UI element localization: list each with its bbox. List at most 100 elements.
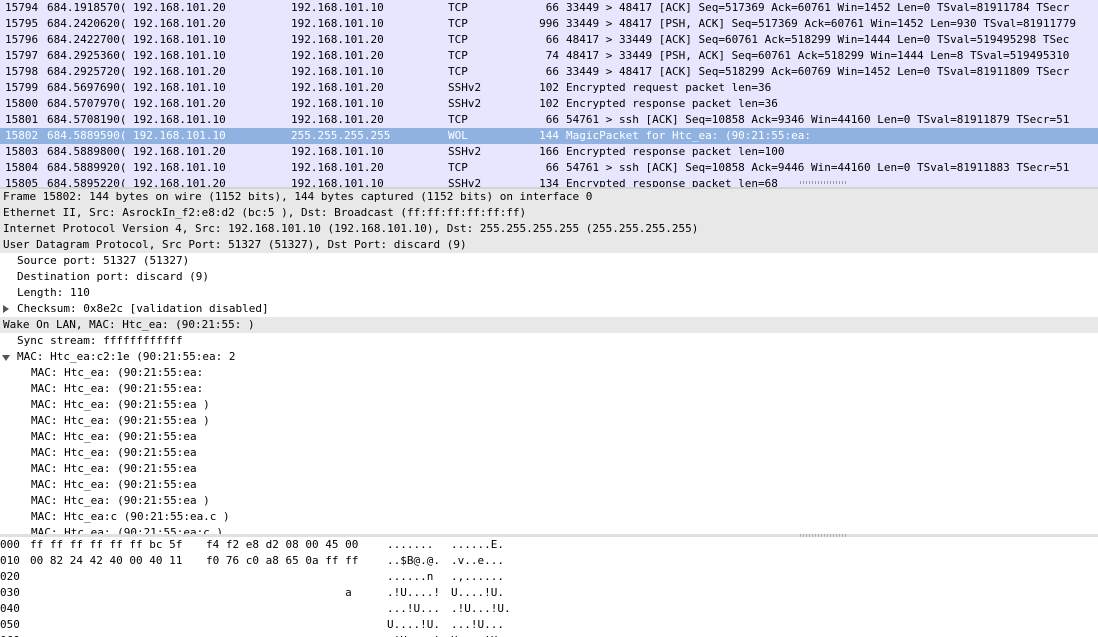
detail-text: MAC: Htc_ea: (90:21:55:ea	[31, 478, 197, 491]
detail-field[interactable]: MAC: Htc_ea: (90:21:55:ea	[0, 461, 1098, 477]
packet-proto-cell: TCP	[448, 49, 468, 62]
hex-offset: 040	[0, 602, 20, 615]
packet-len-cell: 74	[545, 49, 559, 62]
hex-row[interactable]: 050 U....!U. ...!U...	[0, 617, 1098, 633]
detail-field[interactable]: MAC: Htc_ea: (90:21:55:ea )	[0, 493, 1098, 509]
packet-row[interactable]: 15796 684.2422700(192.168.101.10 192.168.1…	[0, 32, 1098, 48]
hex-row[interactable]: 000 ff ff ff ff ff ff bc 5f f4 f2 e8 d2 08…	[0, 537, 1098, 553]
packet-len-cell: 134	[539, 177, 559, 187]
packet-time-cell: 684.5889800(	[47, 145, 127, 158]
detail-section-header[interactable]: User Datagram Protocol, Src Port: 51327 …	[0, 237, 1098, 253]
hex-row[interactable]: 040 ...!U... .!U...!U.	[0, 601, 1098, 617]
detail-field[interactable]: MAC: Htc_ea: (90:21:55:ea )	[0, 397, 1098, 413]
ascii-left: .......	[387, 538, 434, 551]
packet-len-cell: 66	[545, 33, 559, 46]
hex-offset: 030	[0, 586, 20, 599]
expand-triangle-icon[interactable]	[3, 305, 9, 313]
detail-field[interactable]: Sync stream: ffffffffffff	[0, 333, 1098, 349]
packet-row[interactable]: 15800 684.5707970(192.168.101.20 192.168.1…	[0, 96, 1098, 112]
packet-row[interactable]: 15801 684.5708190(192.168.101.10 192.168.1…	[0, 112, 1098, 128]
hex-row[interactable]: 030 a .!U....! U....!U.	[0, 585, 1098, 601]
packet-len-cell: 66	[545, 161, 559, 174]
detail-field[interactable]: Destination port: discard (9)	[0, 269, 1098, 285]
detail-field[interactable]: MAC: Htc_ea:c (90:21:55:ea.c )	[0, 509, 1098, 525]
packet-row[interactable]: 15805 684.5895220(192.168.101.20 192.168.1…	[0, 176, 1098, 187]
packet-info-cell: Encrypted request packet len=36	[566, 81, 772, 94]
detail-field[interactable]: MAC: Htc_ea: (90:21:55:ea	[0, 445, 1098, 461]
packet-src-cell: 192.168.101.20	[133, 177, 226, 187]
packet-src-cell: 192.168.101.20	[133, 17, 226, 30]
packet-info-cell: 48417 > 33449 [ACK] Seq=60761 Ack=518299…	[566, 33, 1070, 46]
detail-section-header[interactable]: Internet Protocol Version 4, Src: 192.16…	[0, 221, 1098, 237]
detail-field[interactable]: Source port: 51327 (51327)	[0, 253, 1098, 269]
packet-no-cell: 15805	[5, 177, 39, 187]
packet-list-resize-grip[interactable]	[800, 181, 848, 184]
ascii-right: .,......	[451, 570, 504, 583]
detail-field[interactable]: Checksum: 0x8e2c [validation disabled]	[0, 301, 1098, 317]
ascii-right: U....!U.	[451, 586, 504, 599]
detail-section-header[interactable]: Frame 15802: 144 bytes on wire (1152 bit…	[0, 189, 1098, 205]
packet-info-cell: MagicPacket for Htc_ea: (90:21:55:ea:	[566, 129, 812, 142]
detail-section-header[interactable]: Wake On LAN, MAC: Htc_ea: (90:21:55: )	[0, 317, 1098, 333]
packet-len-cell: 996	[539, 17, 559, 30]
packet-row[interactable]: 15794 684.1918570(192.168.101.20 192.168.1…	[0, 0, 1098, 16]
packet-len-cell: 144	[539, 129, 559, 142]
detail-field[interactable]: MAC: Htc_ea: (90:21:55:ea )	[0, 413, 1098, 429]
detail-text: Frame 15802: 144 bytes on wire (1152 bit…	[3, 190, 593, 203]
hex-row[interactable]: 010 00 82 24 42 40 00 40 11 f0 76 c0 a8 65…	[0, 553, 1098, 569]
detail-text: Sync stream: ffffffffffff	[17, 334, 183, 347]
detail-text: User Datagram Protocol, Src Port: 51327 …	[3, 238, 467, 251]
ascii-left: U....!U.	[387, 618, 440, 631]
hex-offset: 000	[0, 538, 20, 551]
detail-text: MAC: Htc_ea: (90:21:55:ea	[31, 446, 197, 459]
packet-row[interactable]: 15803 684.5889800(192.168.101.20 192.168.1…	[0, 144, 1098, 160]
detail-field[interactable]: MAC: Htc_ea:c2:1e (90:21:55:ea: 2	[0, 349, 1098, 365]
packet-row[interactable]: 15804 684.5889920(192.168.101.10 192.168.1…	[0, 160, 1098, 176]
detail-field[interactable]: MAC: Htc_ea: (90:21:55:ea	[0, 477, 1098, 493]
ascii-right: U....!U.	[451, 633, 504, 637]
hex-offset: 050	[0, 618, 20, 631]
packet-no-cell: 15798	[5, 65, 39, 78]
packet-len-cell: 66	[545, 113, 559, 126]
packet-no-cell: 15801	[5, 113, 39, 126]
packet-row[interactable]: 15798 684.2925720(192.168.101.20 192.168.1…	[0, 64, 1098, 80]
packet-dst-cell: 192.168.101.20	[291, 49, 384, 62]
packet-list[interactable]: 15794 684.1918570(192.168.101.20 192.168.1…	[0, 0, 1098, 187]
detail-field[interactable]: Length: 110	[0, 285, 1098, 301]
packet-time-cell: 684.1918570(	[47, 1, 127, 14]
packet-proto-cell: TCP	[448, 33, 468, 46]
hex-row[interactable]: 060 .!U....! U....!U.	[0, 633, 1098, 637]
detail-text: MAC: Htc_ea: (90:21:55:ea:	[31, 366, 204, 379]
packet-time-cell: 684.5895220(	[47, 177, 127, 187]
collapse-triangle-icon[interactable]	[2, 355, 10, 361]
packet-src-cell: 192.168.101.10	[133, 113, 226, 126]
packet-info-cell: 48417 > 33449 [PSH, ACK] Seq=60761 Ack=5…	[566, 49, 1070, 62]
detail-section-header[interactable]: Ethernet II, Src: AsrockIn_f2:e8:d2 (bc:…	[0, 205, 1098, 221]
packet-src-cell: 192.168.101.10	[133, 161, 226, 174]
packet-info-cell: 33449 > 48417 [PSH, ACK] Seq=517369 Ack=…	[566, 17, 1076, 30]
packet-bytes-pane[interactable]: 000 ff ff ff ff ff ff bc 5f f4 f2 e8 d2 08…	[0, 537, 1098, 637]
packet-dst-cell: 192.168.101.20	[291, 113, 384, 126]
detail-field[interactable]: MAC: Htc_ea: (90:21:55:ea:c )	[0, 525, 1098, 534]
packet-dst-cell: 192.168.101.20	[291, 161, 384, 174]
detail-text: MAC: Htc_ea:c (90:21:55:ea.c )	[31, 510, 230, 523]
hex-offset: 060	[0, 633, 20, 637]
packet-row[interactable]: 15795 684.2420620(192.168.101.20 192.168.1…	[0, 16, 1098, 32]
packet-row[interactable]: 15797 684.2925360(192.168.101.10 192.168.1…	[0, 48, 1098, 64]
packet-time-cell: 684.2420620(	[47, 17, 127, 30]
packet-no-cell: 15795	[5, 17, 39, 30]
packet-dst-cell: 192.168.101.10	[291, 1, 384, 14]
packet-proto-cell: SSHv2	[448, 145, 482, 158]
packet-row[interactable]: 15799 684.5697690(192.168.101.10 192.168.1…	[0, 80, 1098, 96]
hex-bytes-right: f0 76 c0 a8 65 0a ff ff	[206, 554, 359, 567]
hex-offset: 010	[0, 554, 20, 567]
packet-details-tree[interactable]: Frame 15802: 144 bytes on wire (1152 bit…	[0, 189, 1098, 534]
packet-time-cell: 684.5707970(	[47, 97, 127, 110]
packet-row-selected[interactable]: 15802 684.5889590(192.168.101.10 255.255.2…	[0, 128, 1098, 144]
hex-row[interactable]: 020 ......n.,......	[0, 569, 1098, 585]
detail-field[interactable]: MAC: Htc_ea: (90:21:55:ea	[0, 429, 1098, 445]
packet-proto-cell: TCP	[448, 1, 468, 14]
detail-field[interactable]: MAC: Htc_ea: (90:21:55:ea:	[0, 381, 1098, 397]
hex-bytes-right: f4 f2 e8 d2 08 00 45 00	[206, 538, 359, 551]
detail-field[interactable]: MAC: Htc_ea: (90:21:55:ea:	[0, 365, 1098, 381]
